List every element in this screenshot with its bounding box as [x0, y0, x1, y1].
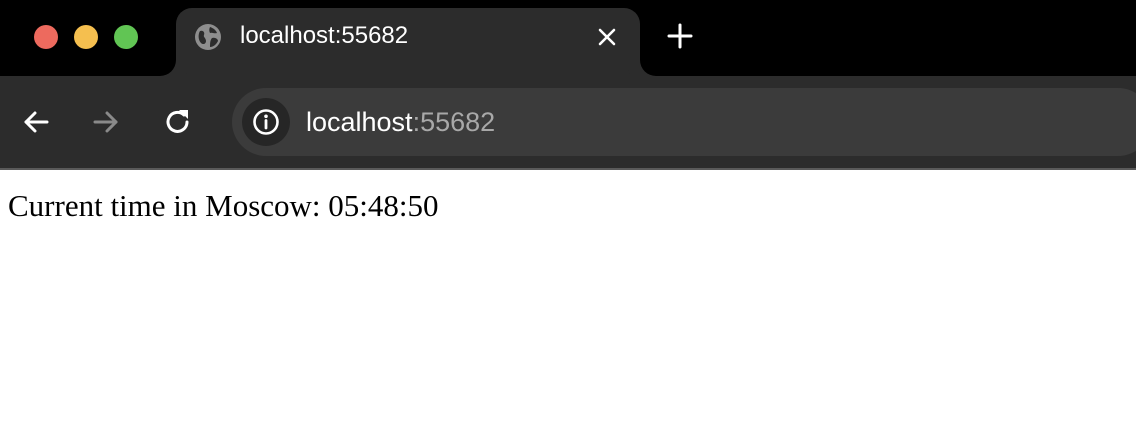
plus-icon[interactable] — [666, 22, 694, 50]
info-icon — [253, 109, 279, 135]
window-close-button[interactable] — [34, 25, 58, 49]
address-bar[interactable]: localhost:55682 — [232, 88, 1136, 156]
moscow-time-text: Current time in Moscow: 05:48:50 — [8, 188, 439, 223]
window-zoom-button[interactable] — [114, 25, 138, 49]
globe-icon — [195, 24, 221, 50]
forward-arrow-icon[interactable] — [90, 106, 122, 138]
reload-icon[interactable] — [162, 106, 194, 138]
browser-toolbar: localhost:55682 — [0, 76, 1136, 168]
page-content: Current time in Moscow: 05:48:50 — [0, 170, 1136, 438]
url-host: localhost — [306, 107, 413, 137]
back-arrow-icon[interactable] — [20, 106, 52, 138]
url-text[interactable]: localhost:55682 — [306, 106, 495, 138]
site-info-button[interactable] — [242, 98, 290, 146]
close-icon[interactable] — [594, 24, 620, 50]
tab-title: localhost:55682 — [240, 22, 409, 49]
tab-strip: localhost:55682 — [0, 0, 1136, 76]
active-tab[interactable]: localhost:55682 — [176, 8, 640, 76]
browser-window: localhost:55682 localhost:55682 Current … — [0, 0, 1136, 438]
window-minimize-button[interactable] — [74, 25, 98, 49]
url-port: :55682 — [412, 107, 496, 137]
